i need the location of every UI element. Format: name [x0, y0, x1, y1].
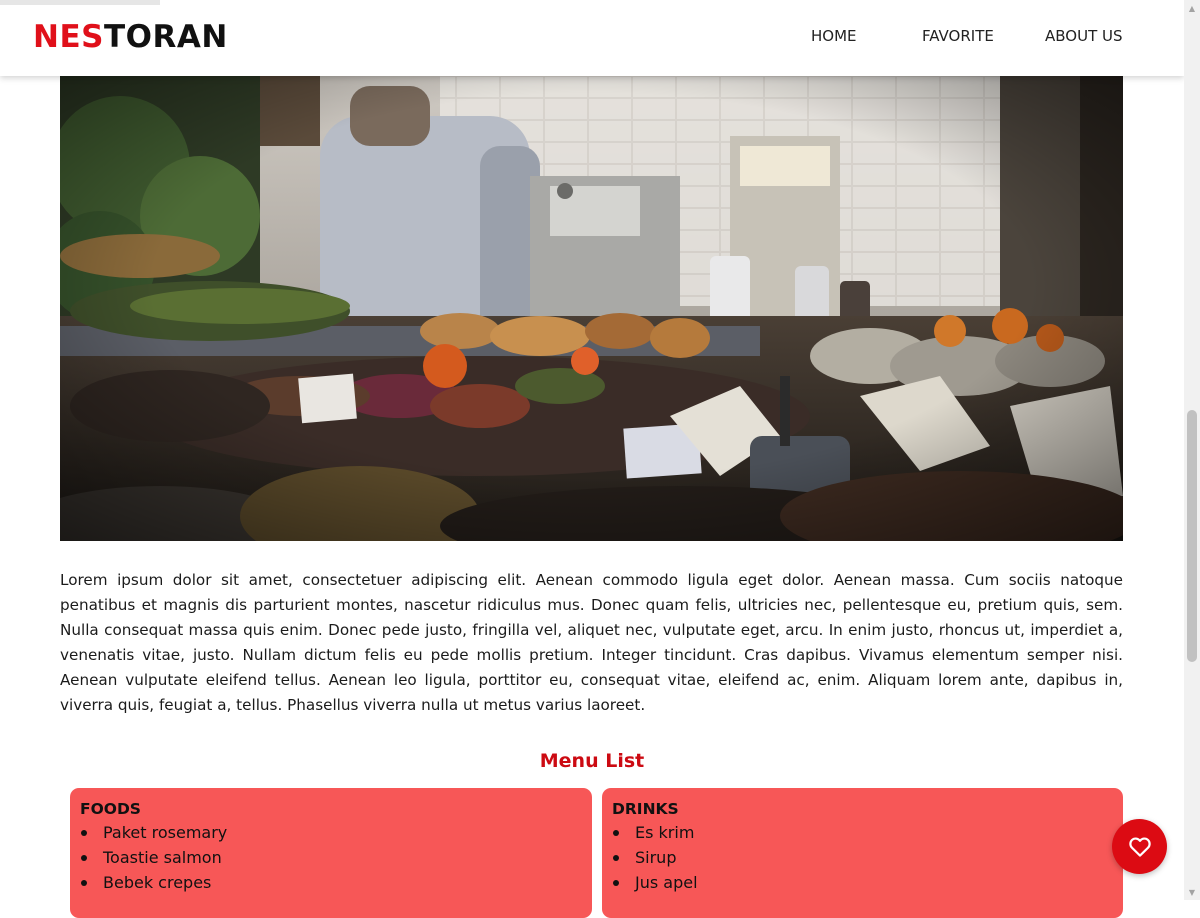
hero-photo-illustration	[60, 76, 1123, 541]
nav-about-link[interactable]: ABOUT US	[1045, 27, 1123, 45]
menu-list-title: Menu List	[539, 750, 645, 772]
page-scrollbar[interactable]: ▲ ▼	[1184, 0, 1200, 900]
hero-image	[60, 76, 1123, 541]
nav-favorite-link[interactable]: FAVORITE	[922, 27, 994, 45]
scrollbar-thumb[interactable]	[1187, 410, 1197, 662]
foods-list: Paket rosemary Toastie salmon Bebek crep…	[80, 820, 582, 895]
nav-home-link[interactable]: HOME	[811, 27, 857, 45]
description-paragraph: Lorem ipsum dolor sit amet, consectetuer…	[60, 571, 1123, 714]
drinks-card: DRINKS Es krim Sirup Jus apel	[602, 788, 1123, 918]
list-item: Jus apel	[612, 870, 1113, 895]
drinks-heading: DRINKS	[612, 800, 679, 818]
foods-card: FOODS Paket rosemary Toastie salmon Bebe…	[70, 788, 592, 918]
main-nav: HOME FAVORITE ABOUT US	[0, 27, 1184, 51]
foods-heading: FOODS	[80, 800, 141, 818]
list-item: Sirup	[612, 845, 1113, 870]
list-item: Bebek crepes	[80, 870, 582, 895]
top-accent-bar	[0, 0, 160, 5]
list-item: Es krim	[612, 820, 1113, 845]
list-item: Toastie salmon	[80, 845, 582, 870]
scroll-down-arrow-icon[interactable]: ▼	[1184, 884, 1200, 900]
favorite-button[interactable]	[1112, 819, 1167, 874]
list-item: Paket rosemary	[80, 820, 582, 845]
drinks-list: Es krim Sirup Jus apel	[612, 820, 1113, 895]
site-header: NESTORAN HOME FAVORITE ABOUT US	[0, 0, 1184, 76]
heart-icon	[1128, 836, 1151, 857]
scroll-up-arrow-icon[interactable]: ▲	[1184, 0, 1200, 16]
